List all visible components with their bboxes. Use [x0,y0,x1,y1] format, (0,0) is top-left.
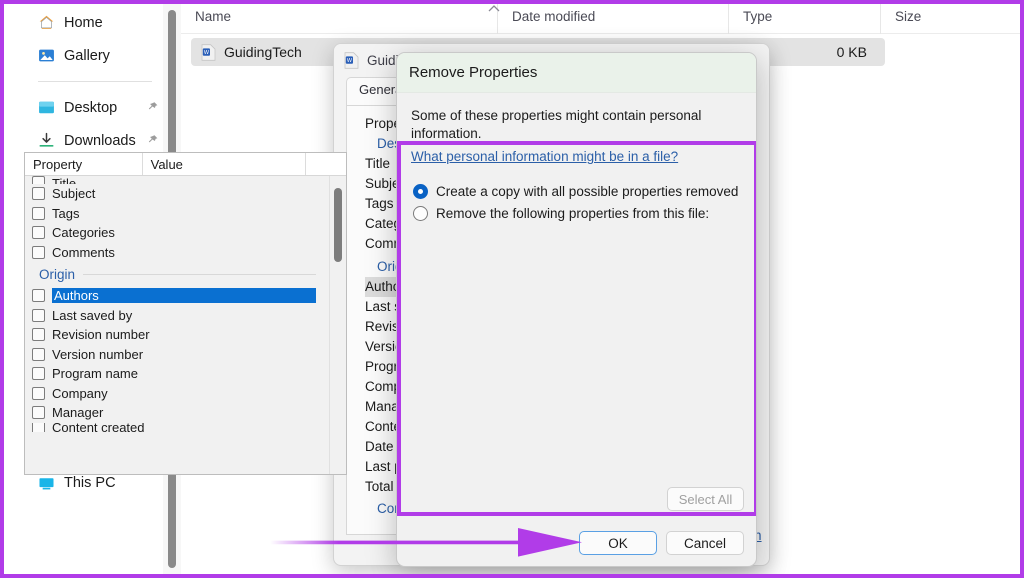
word-document-icon: W [344,52,359,69]
column-label: Size [895,9,922,24]
checkbox-icon[interactable] [32,386,45,400]
list-item[interactable]: Manager [25,403,346,423]
list-item-label: Title [52,176,77,184]
column-label: Date modified [512,9,596,24]
radio-unselected-icon [413,205,428,221]
column-header-spacer [306,153,346,175]
word-document-icon: W [201,43,216,61]
property-list-header: Property Value [25,153,346,176]
checkbox-icon[interactable] [32,406,45,420]
sidebar-item-label: Desktop [64,99,118,116]
list-item[interactable]: Revision number [25,325,346,345]
list-item-label: Company [52,385,108,401]
column-label: Name [195,9,232,24]
sidebar-divider [38,81,152,82]
list-item-label: Last saved by [52,307,133,323]
list-item-selected[interactable]: Authors [25,286,346,306]
checkbox-icon[interactable] [32,328,45,342]
checkbox-icon[interactable] [32,226,45,240]
cancel-button[interactable]: Cancel [666,531,744,555]
checkbox-icon[interactable] [32,308,45,322]
file-list-header: Name Date modified Type Size [181,4,1020,34]
radio-label: Remove the following properties from thi… [436,205,710,221]
sidebar-item-this-pc[interactable]: This PC [4,473,168,493]
list-item-label: Revision number [52,327,150,343]
list-item-label: Version number [52,346,144,362]
home-icon [39,15,54,29]
sidebar-item-label: Gallery [64,47,110,64]
radio-label: Create a copy with all possible properti… [436,183,739,199]
desktop-stage: Home Gallery Desktop Downloads This PC N… [4,4,1020,574]
personal-information-help-link[interactable]: What personal information might be in a … [411,149,678,164]
sort-ascending-chevron-icon [488,5,500,12]
column-header-property[interactable]: Property [25,153,143,175]
group-divider [83,273,316,275]
file-name-label: GuidingTech [224,44,302,60]
select-all-button[interactable]: Select All [667,487,744,511]
list-item[interactable]: Title [25,176,346,184]
column-header-name[interactable]: Name [181,4,497,34]
column-header-size[interactable]: Size [880,4,970,34]
property-list-body: Title Subject Tags Categories Comments O… [25,176,346,474]
list-group-origin: Origin [25,262,346,286]
list-item[interactable]: Tags [25,204,346,224]
radio-selected-icon [413,183,428,199]
ok-button[interactable]: OK [579,531,657,555]
list-item[interactable]: Company [25,384,346,404]
checkbox-icon[interactable] [32,187,45,201]
property-list-scrollbar-track[interactable] [329,176,346,474]
sidebar-item-home[interactable]: Home [4,6,168,39]
dialog-radio-group: Create a copy with all possible properti… [397,166,756,224]
column-header-date-modified[interactable]: Date modified [497,4,728,34]
list-item[interactable]: Last saved by [25,306,346,326]
list-item[interactable]: Comments [25,243,346,263]
list-item[interactable]: Version number [25,345,346,365]
property-list-scrollbar-thumb[interactable] [334,188,342,262]
dialog-description: Some of these properties might contain p… [411,108,702,142]
checkbox-icon[interactable] [32,176,45,184]
list-item-label: Authors [52,288,316,304]
sidebar-item-label: Downloads [64,132,136,149]
dialog-titlebar: Remove Properties [397,53,756,93]
checkbox-icon[interactable] [32,422,45,432]
radio-remove-following[interactable]: Remove the following properties from thi… [413,202,756,224]
sidebar-item-gallery[interactable]: Gallery [4,39,168,72]
screenshot-frame: Home Gallery Desktop Downloads This PC N… [0,0,1024,578]
column-label: Type [743,9,773,24]
checkbox-icon[interactable] [32,367,45,381]
list-item[interactable]: Program name [25,364,346,384]
checkbox-icon[interactable] [32,347,45,361]
download-icon [39,132,54,147]
checkbox-icon[interactable] [32,289,45,303]
sidebar-item-desktop[interactable]: Desktop [4,91,168,124]
list-item-label: Subject [52,186,96,202]
sidebar-item-label: This PC [64,475,116,491]
list-item[interactable]: Content created [25,422,346,432]
thispc-icon [39,477,54,489]
column-header-value[interactable]: Value [143,153,307,175]
list-group-label: Origin [39,266,76,282]
checkbox-icon[interactable] [32,245,45,259]
pin-icon[interactable] [146,134,159,147]
radio-create-copy[interactable]: Create a copy with all possible properti… [413,180,756,202]
list-item[interactable]: Categories [25,223,346,243]
list-item-label: Program name [52,366,138,382]
list-item-label: Manager [52,405,104,421]
dialog-title: Remove Properties [409,64,538,81]
list-item-label: Content created [52,422,145,432]
column-header-type[interactable]: Type [728,4,880,34]
list-item[interactable]: Subject [25,184,346,204]
pin-icon[interactable] [146,101,159,114]
sidebar-item-label: Home [64,14,103,31]
property-list-box: Property Value Title Subject Tags Catego… [24,152,347,475]
checkbox-icon[interactable] [32,206,45,220]
list-item-label: Tags [52,205,80,221]
list-item-label: Comments [52,244,115,260]
list-item-label: Categories [52,225,115,241]
gallery-icon [39,49,54,62]
desktop-icon [39,101,54,114]
